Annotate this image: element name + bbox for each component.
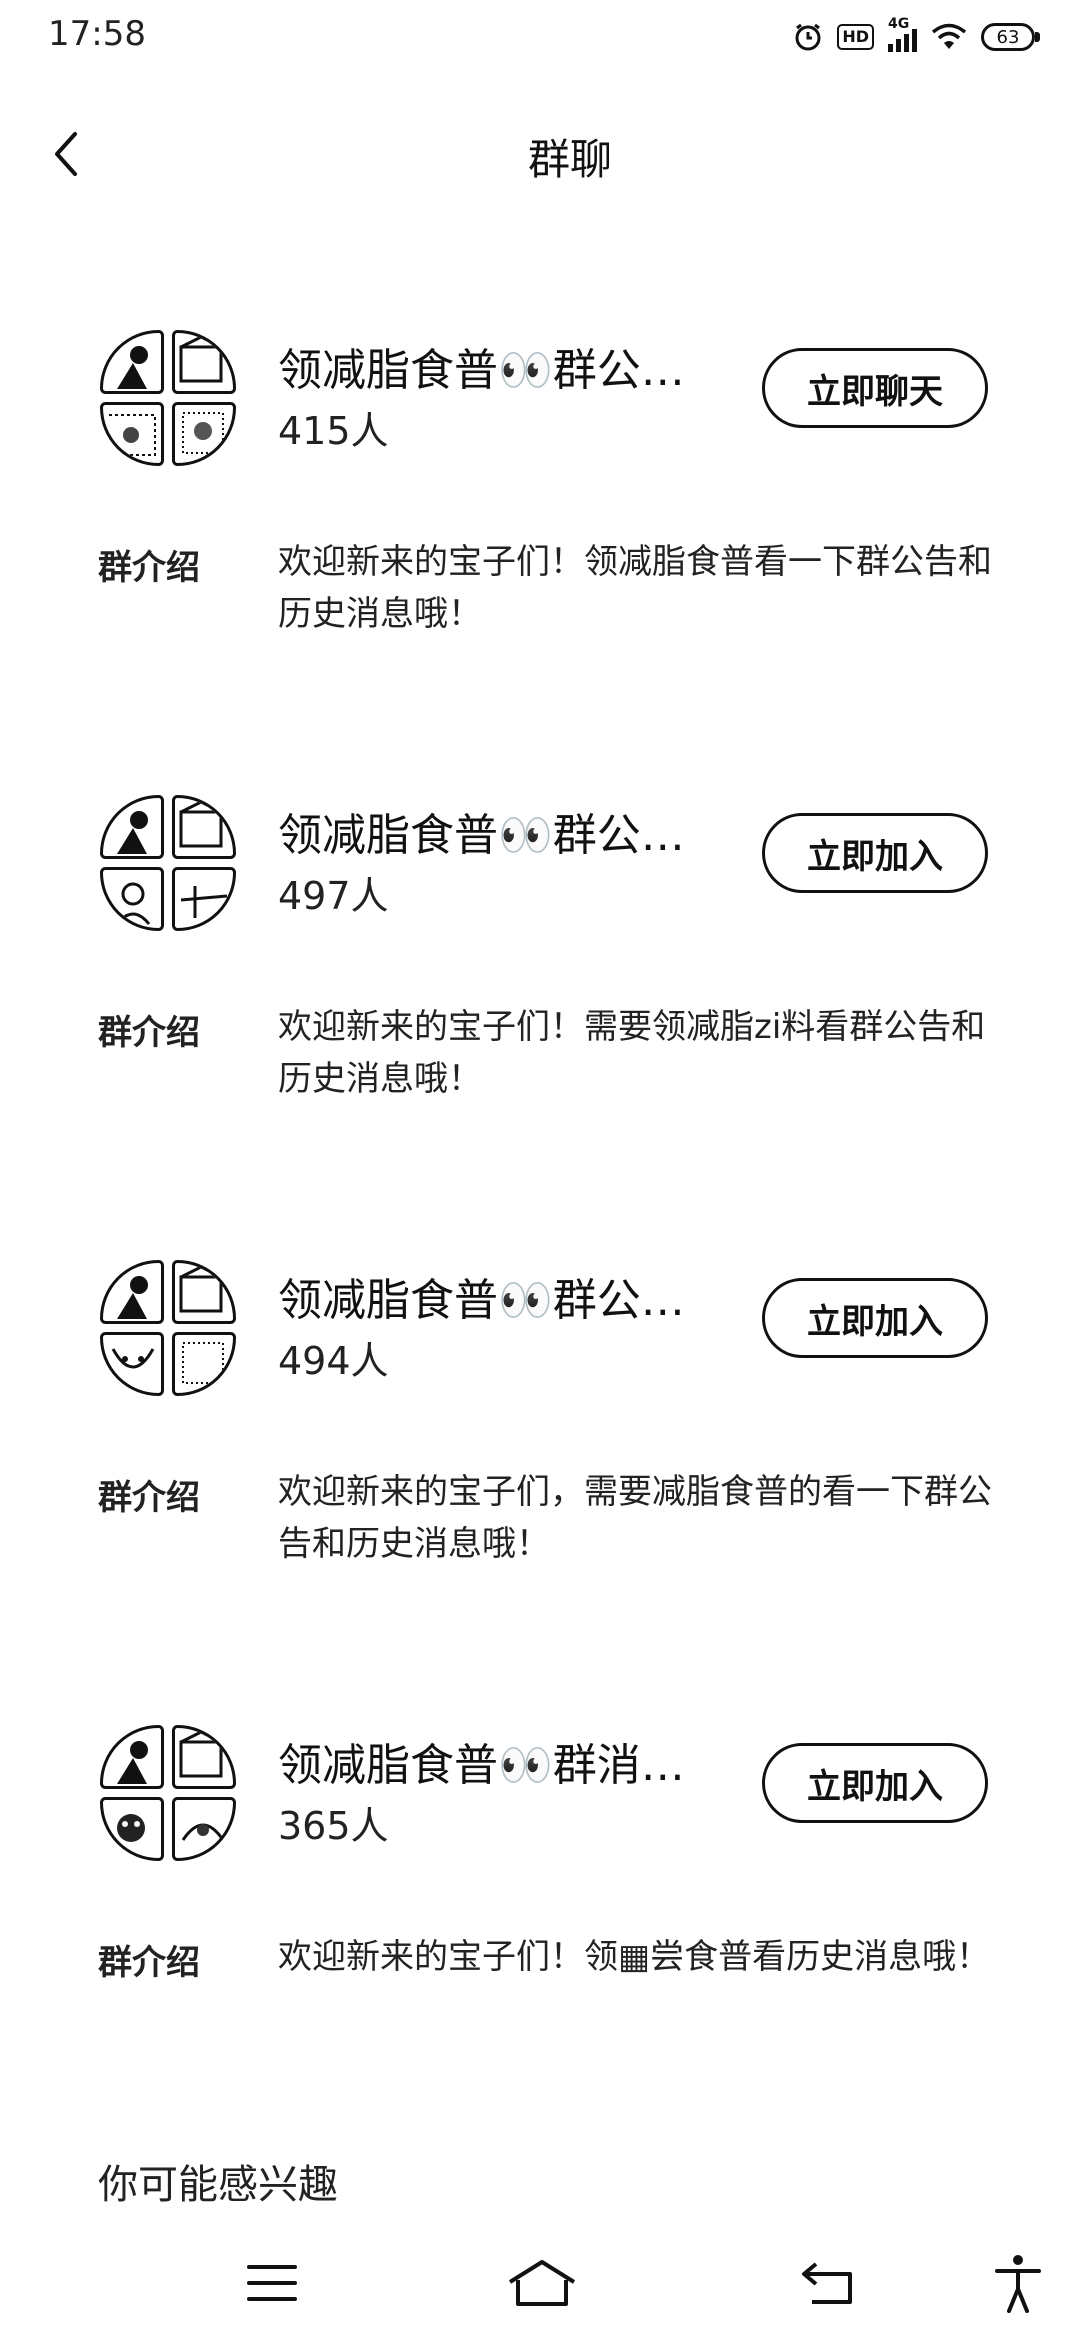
avatar-tile xyxy=(172,795,236,859)
intro-text: 欢迎新来的宝子们！需要领减脂zi料看群公告和历史消息哦！ xyxy=(278,1007,986,1099)
group-avatar[interactable] xyxy=(100,1725,236,1861)
avatar-tile xyxy=(100,1725,164,1789)
battery-icon: 63 xyxy=(981,23,1040,51)
intro-text: 欢迎新来的宝子们！领▦尝食普看历史消息哦！ xyxy=(278,1937,991,1977)
avatar-tile xyxy=(172,1725,236,1789)
nav-bar: 群聊 xyxy=(0,100,1080,210)
avatar-tile xyxy=(100,1260,164,1324)
chat-now-button[interactable]: 立即聊天 xyxy=(762,348,988,428)
group-name[interactable]: 领减脂食普👀群公… xyxy=(278,799,728,863)
accessibility-button[interactable] xyxy=(978,2248,1058,2318)
join-now-button[interactable]: 立即加入 xyxy=(762,1278,988,1358)
group-avatar[interactable] xyxy=(100,1260,236,1396)
avatar-tile xyxy=(100,1332,164,1396)
avatar-tile xyxy=(172,867,236,931)
battery-level: 63 xyxy=(981,23,1035,51)
group-card: 领减脂食普👀群公… 497人 立即加入 群介绍 欢迎新来的宝子们！需要领减脂zi… xyxy=(0,795,1080,1099)
intro-text: 欢迎新来的宝子们，需要减脂食普的看一下群公告和历史消息哦！ xyxy=(278,1472,992,1564)
avatar-tile xyxy=(172,1260,236,1324)
group-card: 领减脂食普👀群公… 494人 立即加入 群介绍 欢迎新来的宝子们，需要减脂食普的… xyxy=(0,1260,1080,1564)
signal-icon: 4G xyxy=(888,16,917,52)
page-title: 群聊 xyxy=(527,135,612,184)
accessibility-icon xyxy=(995,2255,1041,2313)
menu-button[interactable] xyxy=(232,2248,312,2318)
section-title: 你可能感兴趣 xyxy=(98,2162,338,2208)
avatar-tile xyxy=(100,402,164,466)
return-icon xyxy=(802,2262,852,2304)
group-card: 领减脂食普👀群公… 415人 立即聊天 群介绍 欢迎新来的宝子们！领减脂食普看一… xyxy=(0,330,1080,634)
group-name[interactable]: 领减脂食普👀群消… xyxy=(278,1729,728,1793)
network-type: 4G xyxy=(888,16,910,32)
status-bar: 17:58 HD 4G 63 xyxy=(0,0,1080,80)
group-name[interactable]: 领减脂食普👀群公… xyxy=(278,334,728,398)
hd-icon: HD xyxy=(837,24,874,50)
system-nav-bar xyxy=(0,2230,1080,2340)
member-count: 415人 xyxy=(278,409,389,453)
group-card: 领减脂食普👀群消… 365人 立即加入 群介绍 欢迎新来的宝子们！领▦尝食普看历… xyxy=(0,1725,1080,2025)
intro-label: 群介绍 xyxy=(98,548,200,588)
menu-icon xyxy=(247,2265,297,2301)
member-count: 494人 xyxy=(278,1339,389,1383)
avatar-tile xyxy=(100,867,164,931)
avatar-tile xyxy=(100,795,164,859)
group-name[interactable]: 领减脂食普👀群公… xyxy=(278,1264,728,1328)
member-count: 497人 xyxy=(278,874,389,918)
status-icons: HD 4G 63 xyxy=(793,16,1040,52)
join-now-button[interactable]: 立即加入 xyxy=(762,813,988,893)
status-time: 17:58 xyxy=(48,14,146,54)
member-count: 365人 xyxy=(278,1804,389,1848)
alarm-icon xyxy=(795,23,821,51)
intro-label: 群介绍 xyxy=(98,1013,200,1053)
join-now-button[interactable]: 立即加入 xyxy=(762,1743,988,1823)
group-avatar[interactable] xyxy=(100,795,236,931)
avatar-tile xyxy=(172,330,236,394)
home-icon xyxy=(508,2260,576,2306)
intro-label: 群介绍 xyxy=(98,1478,200,1518)
wifi-icon xyxy=(931,23,967,49)
home-button[interactable] xyxy=(502,2248,582,2318)
intro-label: 群介绍 xyxy=(98,1943,200,1983)
return-button[interactable] xyxy=(788,2248,868,2318)
avatar-tile xyxy=(100,330,164,394)
avatar-tile xyxy=(172,402,236,466)
avatar-tile xyxy=(100,1797,164,1861)
avatar-tile xyxy=(172,1797,236,1861)
group-avatar[interactable] xyxy=(100,330,236,466)
avatar-tile xyxy=(172,1332,236,1396)
intro-text: 欢迎新来的宝子们！领减脂食普看一下群公告和历史消息哦！ xyxy=(278,542,992,634)
